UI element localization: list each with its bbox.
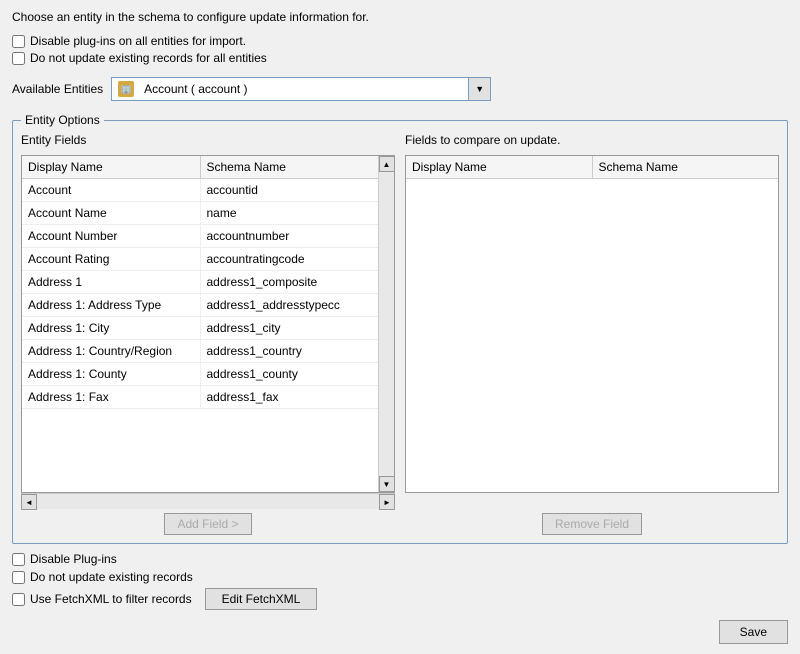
compare-fields-label: Fields to compare on update. bbox=[405, 133, 779, 147]
table-cell: name bbox=[201, 202, 379, 224]
entity-dropdown-button[interactable]: ▼ bbox=[468, 78, 490, 100]
right-table-header: Display Name Schema Name bbox=[406, 156, 778, 179]
global-do-not-update-checkbox[interactable] bbox=[12, 52, 25, 65]
table-cell: Account Name bbox=[22, 202, 201, 224]
table-row[interactable]: Accountaccountid bbox=[22, 179, 378, 202]
footer-row: Save bbox=[12, 616, 788, 644]
entity-icon-img: 🏢 bbox=[118, 81, 134, 97]
left-col-display: Display Name bbox=[22, 156, 201, 178]
table-row[interactable]: Address 1address1_composite bbox=[22, 271, 378, 294]
table-cell: address1_fax bbox=[201, 386, 379, 408]
table-cell: Address 1: Fax bbox=[22, 386, 201, 408]
table-cell: accountratingcode bbox=[201, 248, 379, 270]
right-col-schema: Schema Name bbox=[593, 156, 779, 178]
entity-options-legend: Entity Options bbox=[21, 113, 104, 127]
table-cell: Address 1: Address Type bbox=[22, 294, 201, 316]
tables-and-scroll: Display Name Schema Name Accountaccounti… bbox=[21, 155, 779, 535]
table-cell: Address 1: Country/Region bbox=[22, 340, 201, 362]
table-row[interactable]: Address 1: Cityaddress1_city bbox=[22, 317, 378, 340]
table-cell: accountid bbox=[201, 179, 379, 201]
table-cell: Account bbox=[22, 179, 201, 201]
bottom-checkboxes: Disable Plug-ins Do not update existing … bbox=[12, 552, 788, 610]
remove-field-button[interactable]: Remove Field bbox=[542, 513, 642, 535]
left-col-schema: Schema Name bbox=[201, 156, 379, 178]
table-cell: address1_composite bbox=[201, 271, 379, 293]
table-cell: Account Number bbox=[22, 225, 201, 247]
scroll-track[interactable] bbox=[379, 172, 394, 476]
left-table-header: Display Name Schema Name bbox=[22, 156, 378, 179]
table-row[interactable]: Address 1: Country/Regionaddress1_countr… bbox=[22, 340, 378, 363]
left-table-with-scroll: Display Name Schema Name Accountaccounti… bbox=[21, 155, 395, 493]
table-cell: address1_addresstypecc bbox=[201, 294, 379, 316]
fields-headers-row: Entity Fields Fields to compare on updat… bbox=[21, 133, 779, 147]
table-cell: address1_country bbox=[201, 340, 379, 362]
left-hscroll: ◄ ► bbox=[21, 493, 395, 509]
disable-plugins-checkbox[interactable] bbox=[12, 553, 25, 566]
table-row[interactable]: Account Namename bbox=[22, 202, 378, 225]
table-row[interactable]: Address 1: Countyaddress1_county bbox=[22, 363, 378, 386]
left-side: Display Name Schema Name Accountaccounti… bbox=[21, 155, 395, 535]
table-cell: Address 1: City bbox=[22, 317, 201, 339]
table-row[interactable]: Account Numberaccountnumber bbox=[22, 225, 378, 248]
right-table-inner: Display Name Schema Name bbox=[406, 156, 778, 492]
scroll-up-arrow[interactable]: ▲ bbox=[379, 156, 395, 172]
add-field-button[interactable]: Add Field > bbox=[164, 513, 251, 535]
use-fetchxml-label: Use FetchXML to filter records bbox=[30, 592, 192, 606]
available-entities-row: Available Entities 🏢 Account ( account )… bbox=[12, 77, 788, 101]
add-field-row: Add Field > bbox=[21, 513, 395, 535]
right-table-with-scroll: Display Name Schema Name bbox=[405, 155, 779, 493]
entity-options-group: Entity Options Entity Fields Fields to c… bbox=[12, 113, 788, 544]
main-container: Choose an entity in the schema to config… bbox=[0, 0, 800, 654]
table-cell: accountnumber bbox=[201, 225, 379, 247]
entity-fields-label: Entity Fields bbox=[21, 133, 395, 147]
hscroll-left-arrow[interactable]: ◄ bbox=[21, 494, 37, 510]
left-table-body[interactable]: AccountaccountidAccount NamenameAccount … bbox=[22, 179, 378, 492]
table-cell: Address 1 bbox=[22, 271, 201, 293]
table-cell: address1_city bbox=[201, 317, 379, 339]
disable-plugins-row: Disable Plug-ins bbox=[12, 552, 788, 566]
chevron-down-icon: ▼ bbox=[475, 84, 484, 94]
use-fetchxml-row: Use FetchXML to filter records Edit Fetc… bbox=[12, 588, 788, 610]
global-do-not-update-label: Do not update existing records for all e… bbox=[30, 51, 267, 65]
entity-select-text: Account ( account ) bbox=[140, 82, 468, 96]
edit-fetchxml-button[interactable]: Edit FetchXML bbox=[205, 588, 318, 610]
hscroll-track[interactable] bbox=[37, 494, 379, 509]
disable-plugins-label: Disable Plug-ins bbox=[30, 552, 117, 566]
right-col-display: Display Name bbox=[406, 156, 593, 178]
available-entities-label: Available Entities bbox=[12, 82, 103, 96]
use-fetchxml-checkbox[interactable] bbox=[12, 593, 25, 606]
entity-icon: 🏢 bbox=[116, 79, 136, 99]
do-not-update-checkbox[interactable] bbox=[12, 571, 25, 584]
global-disable-plugins-checkbox[interactable] bbox=[12, 35, 25, 48]
entity-select-wrapper[interactable]: 🏢 Account ( account ) ▼ bbox=[111, 77, 491, 101]
global-checkboxes: Disable plug-ins on all entities for imp… bbox=[12, 34, 788, 65]
do-not-update-label: Do not update existing records bbox=[30, 570, 193, 584]
table-cell: address1_county bbox=[201, 363, 379, 385]
right-table-body[interactable] bbox=[406, 179, 778, 492]
table-cell: Address 1: County bbox=[22, 363, 201, 385]
right-hscroll-spacer bbox=[405, 493, 779, 509]
save-button[interactable]: Save bbox=[719, 620, 788, 644]
hscroll-right-arrow[interactable]: ► bbox=[379, 494, 395, 510]
right-side: Display Name Schema Name Remove Field bbox=[405, 155, 779, 535]
scroll-down-arrow[interactable]: ▼ bbox=[379, 476, 395, 492]
global-do-not-update-row: Do not update existing records for all e… bbox=[12, 51, 788, 65]
table-row[interactable]: Address 1: Address Typeaddress1_addresst… bbox=[22, 294, 378, 317]
top-description: Choose an entity in the schema to config… bbox=[12, 10, 788, 24]
do-not-update-row: Do not update existing records bbox=[12, 570, 788, 584]
global-disable-plugins-label: Disable plug-ins on all entities for imp… bbox=[30, 34, 246, 48]
left-vscroll: ▲ ▼ bbox=[378, 156, 394, 492]
table-cell: Account Rating bbox=[22, 248, 201, 270]
global-disable-plugins-row: Disable plug-ins on all entities for imp… bbox=[12, 34, 788, 48]
left-table-inner: Display Name Schema Name Accountaccounti… bbox=[22, 156, 378, 492]
table-row[interactable]: Address 1: Faxaddress1_fax bbox=[22, 386, 378, 409]
table-row[interactable]: Account Ratingaccountratingcode bbox=[22, 248, 378, 271]
remove-field-row: Remove Field bbox=[405, 513, 779, 535]
